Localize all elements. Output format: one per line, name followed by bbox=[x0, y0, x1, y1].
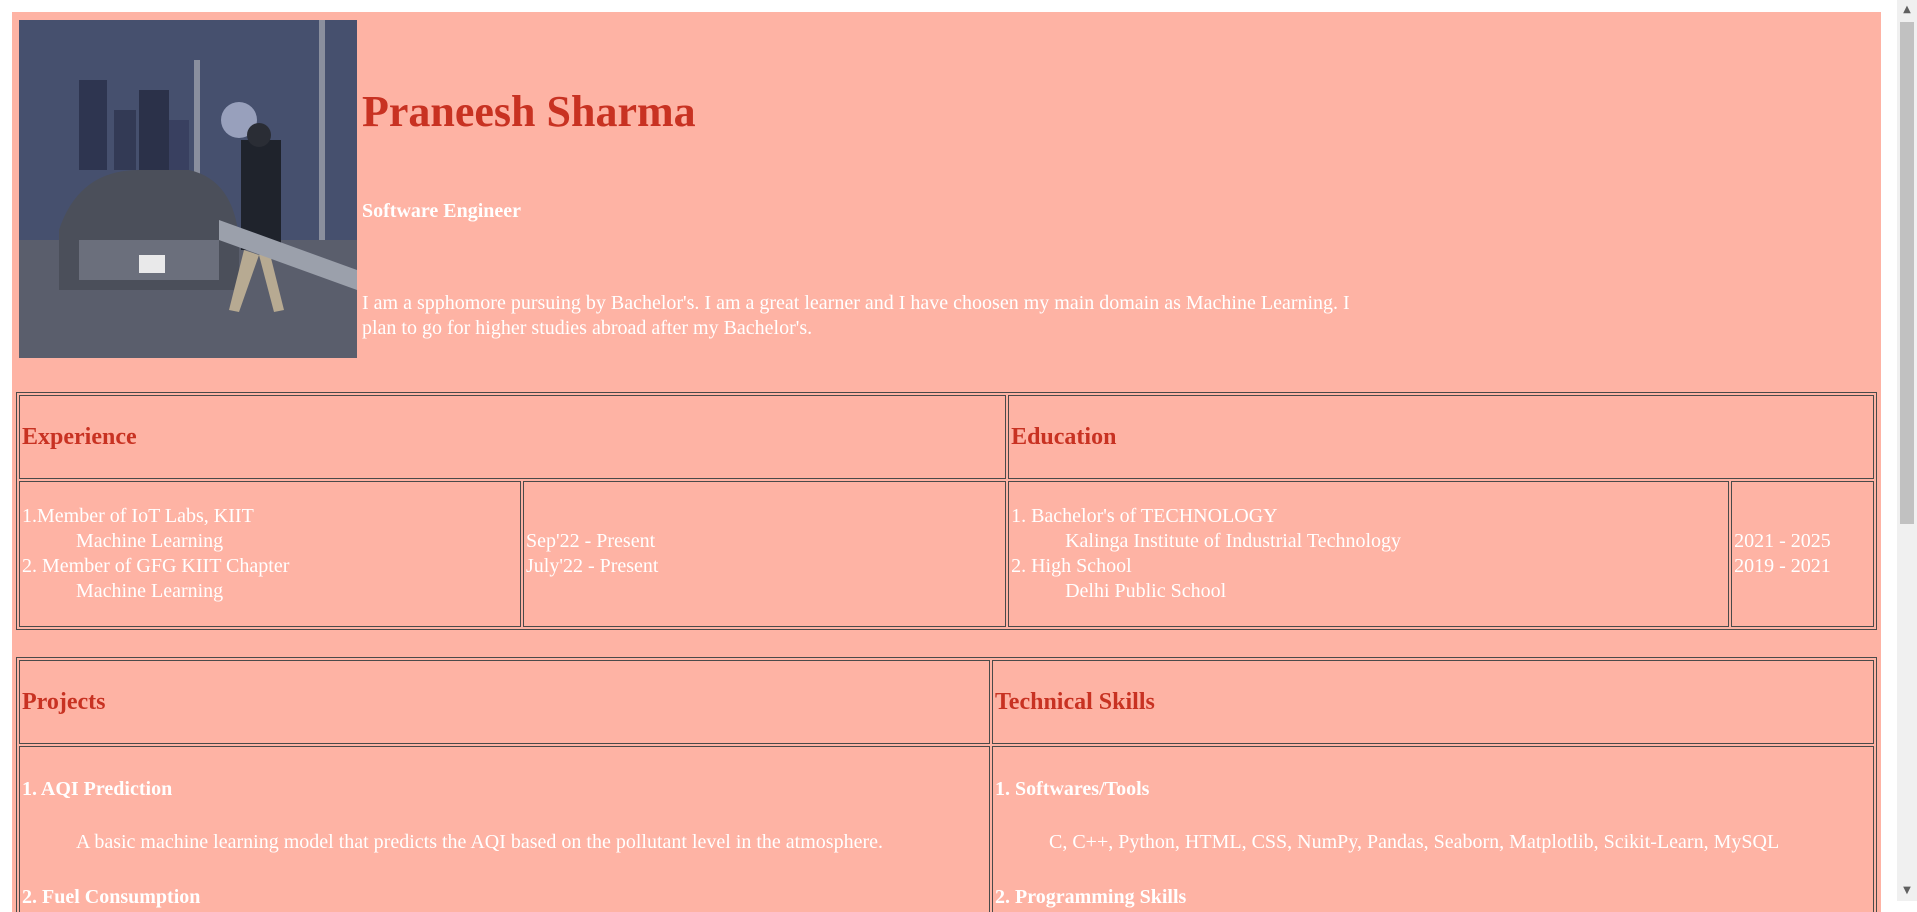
experience-dates: Sep'22 - Present July'22 - Present bbox=[523, 481, 1007, 627]
education-item-sub: Delhi Public School bbox=[1065, 580, 1227, 602]
profile-name: Praneesh Sharma bbox=[362, 87, 696, 136]
experience-date: Sep'22 - Present bbox=[526, 530, 656, 552]
education-list: 1. Bachelor's of TECHNOLOGY Kalinga Inst… bbox=[1008, 481, 1730, 627]
profile-about: I am a spphomore pursuing by Bachelor's.… bbox=[362, 292, 1350, 339]
education-date: 2019 - 2021 bbox=[1734, 555, 1831, 577]
education-item-sub: Kalinga Institute of Industrial Technolo… bbox=[1065, 530, 1401, 552]
scroll-up-arrow-icon[interactable]: ▲ bbox=[1897, 0, 1917, 20]
education-item-title: 2. High School bbox=[1011, 555, 1132, 577]
profile-photo-image bbox=[19, 20, 357, 358]
education-date: 2021 - 2025 bbox=[1734, 530, 1831, 552]
projects-list: 1. AQI Prediction A basic machine learni… bbox=[19, 746, 990, 912]
skill-title: 1. Softwares/Tools bbox=[995, 778, 1150, 800]
experience-item-sub: Machine Learning bbox=[76, 530, 224, 552]
experience-item-title: 1.Member of IoT Labs, KIIT bbox=[22, 505, 254, 527]
projects-heading: Projects bbox=[19, 660, 990, 744]
experience-list: 1.Member of IoT Labs, KIIT Machine Learn… bbox=[19, 481, 521, 627]
projects-skills-table: Projects Technical Skills 1. AQI Predict… bbox=[16, 657, 1877, 912]
scrollbar-thumb[interactable] bbox=[1900, 22, 1914, 524]
project-title: 2. Fuel Consumption bbox=[22, 886, 201, 908]
vertical-scrollbar[interactable]: ▲ ▼ bbox=[1897, 0, 1917, 901]
project-description: A basic machine learning model that pred… bbox=[76, 831, 883, 853]
resume-page: Praneesh Sharma Software Engineer I am a… bbox=[12, 12, 1881, 912]
skills-heading: Technical Skills bbox=[992, 660, 1874, 744]
experience-item-sub: Machine Learning bbox=[76, 580, 224, 602]
experience-heading: Experience bbox=[19, 395, 1007, 479]
profile-photo bbox=[19, 20, 357, 358]
skills-list: 1. Softwares/Tools C, C++, Python, HTML,… bbox=[992, 746, 1874, 912]
education-item-title: 1. Bachelor's of TECHNOLOGY bbox=[1011, 505, 1278, 527]
education-heading: Education bbox=[1008, 395, 1874, 479]
project-title: 1. AQI Prediction bbox=[22, 778, 173, 800]
experience-date: July'22 - Present bbox=[526, 555, 659, 577]
experience-item-title: 2. Member of GFG KIIT Chapter bbox=[22, 555, 290, 577]
scroll-down-arrow-icon[interactable]: ▼ bbox=[1897, 881, 1917, 901]
profile-title: Software Engineer bbox=[362, 200, 522, 222]
skill-title: 2. Programming Skills bbox=[995, 886, 1187, 908]
experience-education-table: Experience Education 1.Member of IoT Lab… bbox=[16, 392, 1877, 630]
skill-description: C, C++, Python, HTML, CSS, NumPy, Pandas… bbox=[1049, 831, 1780, 853]
education-dates: 2021 - 2025 2019 - 2021 bbox=[1731, 481, 1874, 627]
